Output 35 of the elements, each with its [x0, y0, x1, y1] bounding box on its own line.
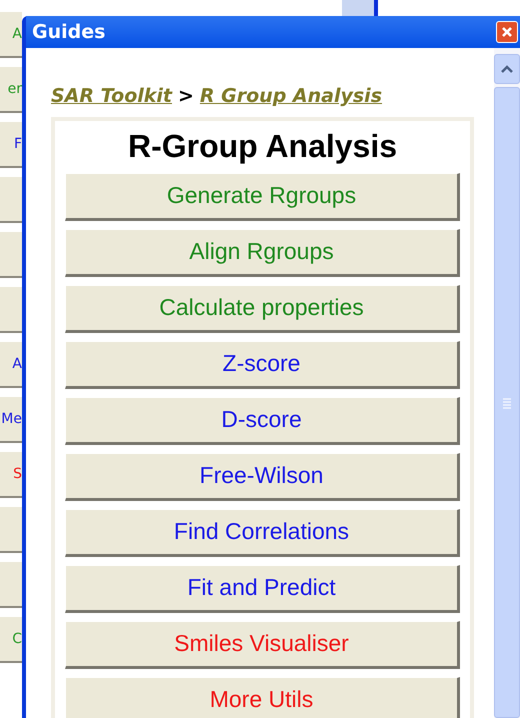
window-title: Guides [32, 20, 106, 45]
guide-button[interactable]: Free-Wilson [65, 452, 460, 500]
guide-button[interactable]: D-score [65, 396, 460, 444]
guide-button[interactable]: More Utils [65, 676, 460, 718]
background-button[interactable]: Me [0, 397, 22, 443]
guide-button[interactable]: Generate Rgroups [65, 172, 460, 220]
guide-button[interactable]: Smiles Visualiser [65, 620, 460, 668]
grip-icon [502, 396, 512, 408]
guide-button[interactable]: Find Correlations [65, 508, 460, 556]
background-button[interactable]: A [0, 342, 22, 388]
background-button[interactable]: C [0, 617, 22, 663]
button-label-fragment: Me [1, 412, 22, 426]
close-icon [501, 26, 513, 38]
button-label-fragment: C [12, 632, 22, 646]
guide-button[interactable]: Fit and Predict [65, 564, 460, 612]
guide-button[interactable]: Calculate properties [65, 284, 460, 332]
guide-button[interactable]: Align Rgroups [65, 228, 460, 276]
background-button[interactable]: S [0, 452, 22, 498]
button-label-fragment: A [12, 357, 22, 371]
caret-up-icon [500, 64, 514, 74]
breadcrumb-separator: > [178, 84, 194, 109]
close-button[interactable] [496, 21, 518, 43]
background-button[interactable]: A [0, 12, 22, 58]
button-label-fragment: er [8, 82, 22, 96]
button-label-fragment: F [14, 137, 22, 151]
guide-button[interactable]: Z-score [65, 340, 460, 388]
button-label-fragment: A [12, 27, 22, 41]
background-button[interactable]: F [0, 122, 22, 168]
breadcrumb-link[interactable]: SAR Toolkit [51, 82, 172, 110]
background-button[interactable]: er [0, 67, 22, 113]
scroll-up-button[interactable] [494, 54, 520, 84]
panel-title: R-Group Analysis [126, 126, 398, 164]
breadcrumb-link[interactable]: R Group Analysis [200, 82, 382, 110]
button-label-fragment: S [13, 467, 22, 481]
background-panel [342, 0, 378, 16]
